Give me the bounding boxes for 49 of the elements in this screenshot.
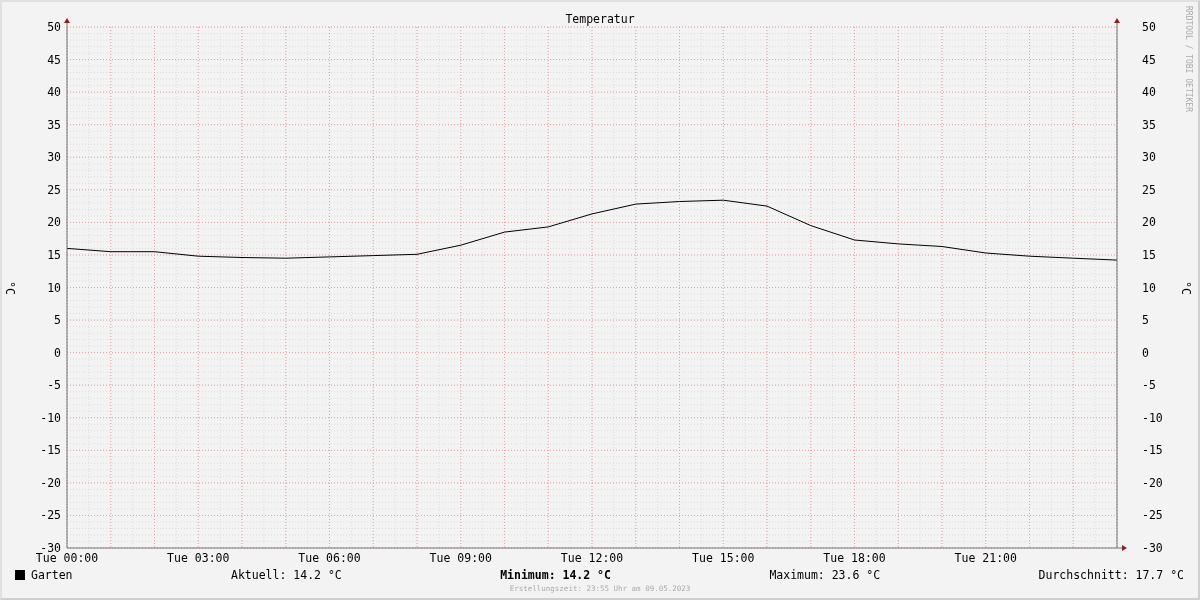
y-tick-label: 45 (1142, 52, 1156, 67)
y-tick-label: 15 (47, 247, 61, 262)
y-tick-label: 5 (1142, 313, 1149, 328)
y-tick-label: 15 (1142, 247, 1156, 262)
y-tick-label: -5 (47, 378, 61, 393)
x-tick-label: Tue 21:00 (954, 551, 1017, 565)
y-tick-label: 35 (47, 117, 61, 132)
legend-stat: Durchschnitt: 17.7 °C (1038, 568, 1184, 582)
y-tick-label: 45 (47, 52, 61, 67)
y-tick-label: -10 (40, 410, 61, 425)
y-tick-label: -25 (1142, 508, 1163, 523)
y-tick-label: 0 (1142, 345, 1149, 360)
y-tick-label: 30 (1142, 150, 1156, 165)
y-tick-label: 30 (47, 150, 61, 165)
x-tick-label: Tue 12:00 (560, 551, 624, 565)
x-tick-label: Tue 09:00 (429, 551, 492, 565)
y-tick-label: -20 (40, 475, 61, 490)
y-tick-label: 20 (47, 215, 61, 230)
y-tick-label: 40 (1142, 85, 1156, 100)
y-tick-label: 5 (54, 313, 61, 328)
y-axis-label: °C (3, 281, 17, 295)
x-tick-label: Tue 03:00 (167, 551, 230, 565)
x-tick-label: Tue 18:00 (823, 551, 886, 565)
y-tick-label: -20 (1142, 475, 1163, 490)
legend-label: Garten (31, 568, 73, 582)
chart-title: Temperatur (565, 12, 635, 26)
y-tick-label: -10 (1142, 410, 1163, 425)
x-tick-label: Tue 06:00 (298, 551, 361, 565)
y-axis-label: °C (1179, 281, 1193, 295)
y-tick-label: -15 (40, 443, 61, 458)
legend-stat: Maximum: 23.6 °C (769, 568, 881, 582)
y-tick-label: -15 (1142, 443, 1163, 458)
y-tick-label: 10 (1142, 280, 1156, 295)
y-tick-label: -30 (1142, 541, 1163, 555)
y-tick-label: -25 (40, 508, 61, 523)
legend-stat: Aktuell: 14.2 °C (230, 568, 342, 582)
y-tick-label: 20 (1142, 215, 1156, 230)
x-tick-label: Tue 15:00 (692, 551, 755, 565)
y-tick-label: -5 (1142, 378, 1156, 393)
y-tick-label: 50 (1142, 20, 1156, 34)
y-tick-label: 25 (47, 182, 61, 197)
y-tick-label: 40 (47, 85, 61, 100)
y-tick-label: 50 (47, 20, 61, 34)
y-tick-label: 25 (1142, 182, 1156, 197)
legend-stat: Minimum: 14.2 °C (500, 568, 611, 582)
y-tick-label: 10 (47, 280, 61, 295)
y-tick-label: 35 (1142, 117, 1156, 132)
y-tick-label: 0 (54, 345, 61, 360)
credit-text: RRDTOOL / TOBI OETIKER (1184, 6, 1193, 112)
